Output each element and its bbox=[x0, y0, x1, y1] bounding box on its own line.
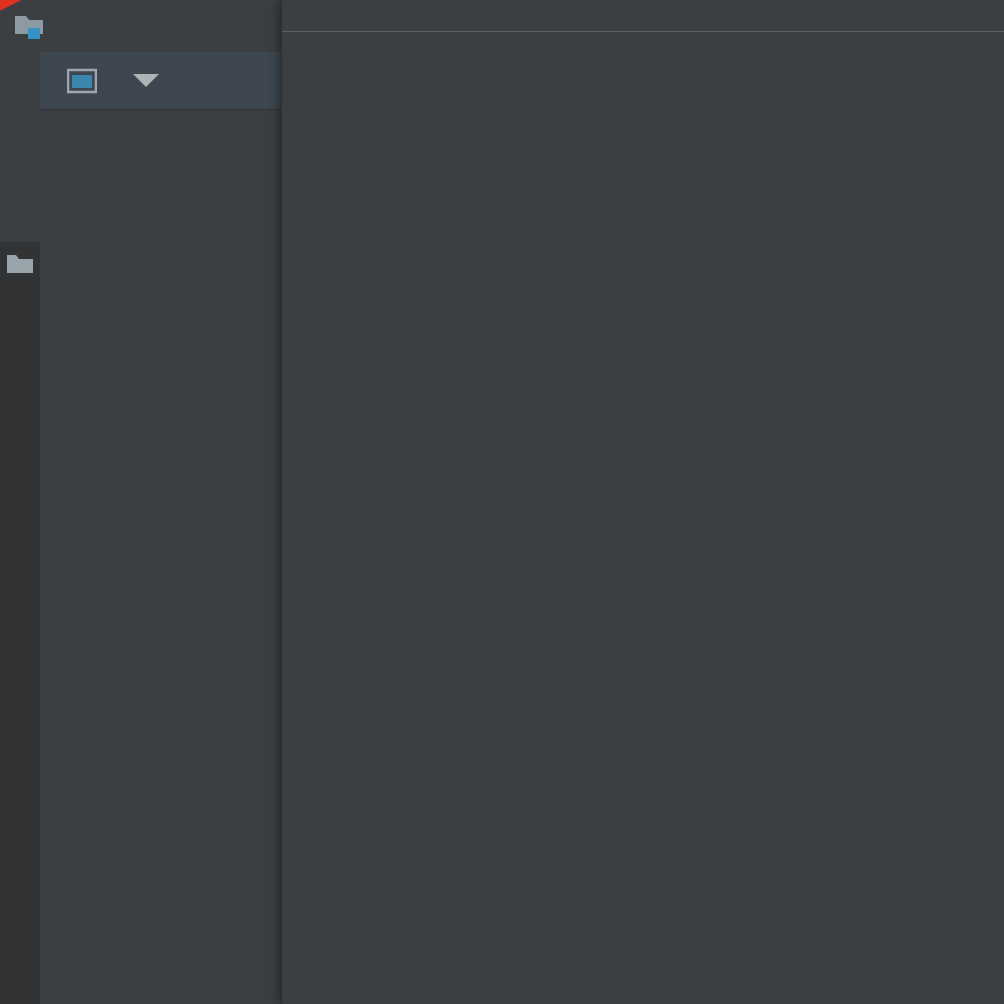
tool-window-stripe bbox=[0, 52, 40, 1004]
ide-screen bbox=[0, 0, 1004, 1004]
module-folder-icon bbox=[14, 12, 48, 40]
chevron-down-icon[interactable] bbox=[133, 74, 159, 87]
project-view-icon bbox=[66, 68, 98, 94]
menu-item-clipped[interactable] bbox=[282, 0, 1004, 25]
menu-separator bbox=[282, 31, 1004, 32]
context-menu[interactable] bbox=[281, 0, 1004, 1004]
folder-icon[interactable] bbox=[6, 252, 34, 276]
sidebar-tab-project[interactable] bbox=[0, 52, 40, 242]
